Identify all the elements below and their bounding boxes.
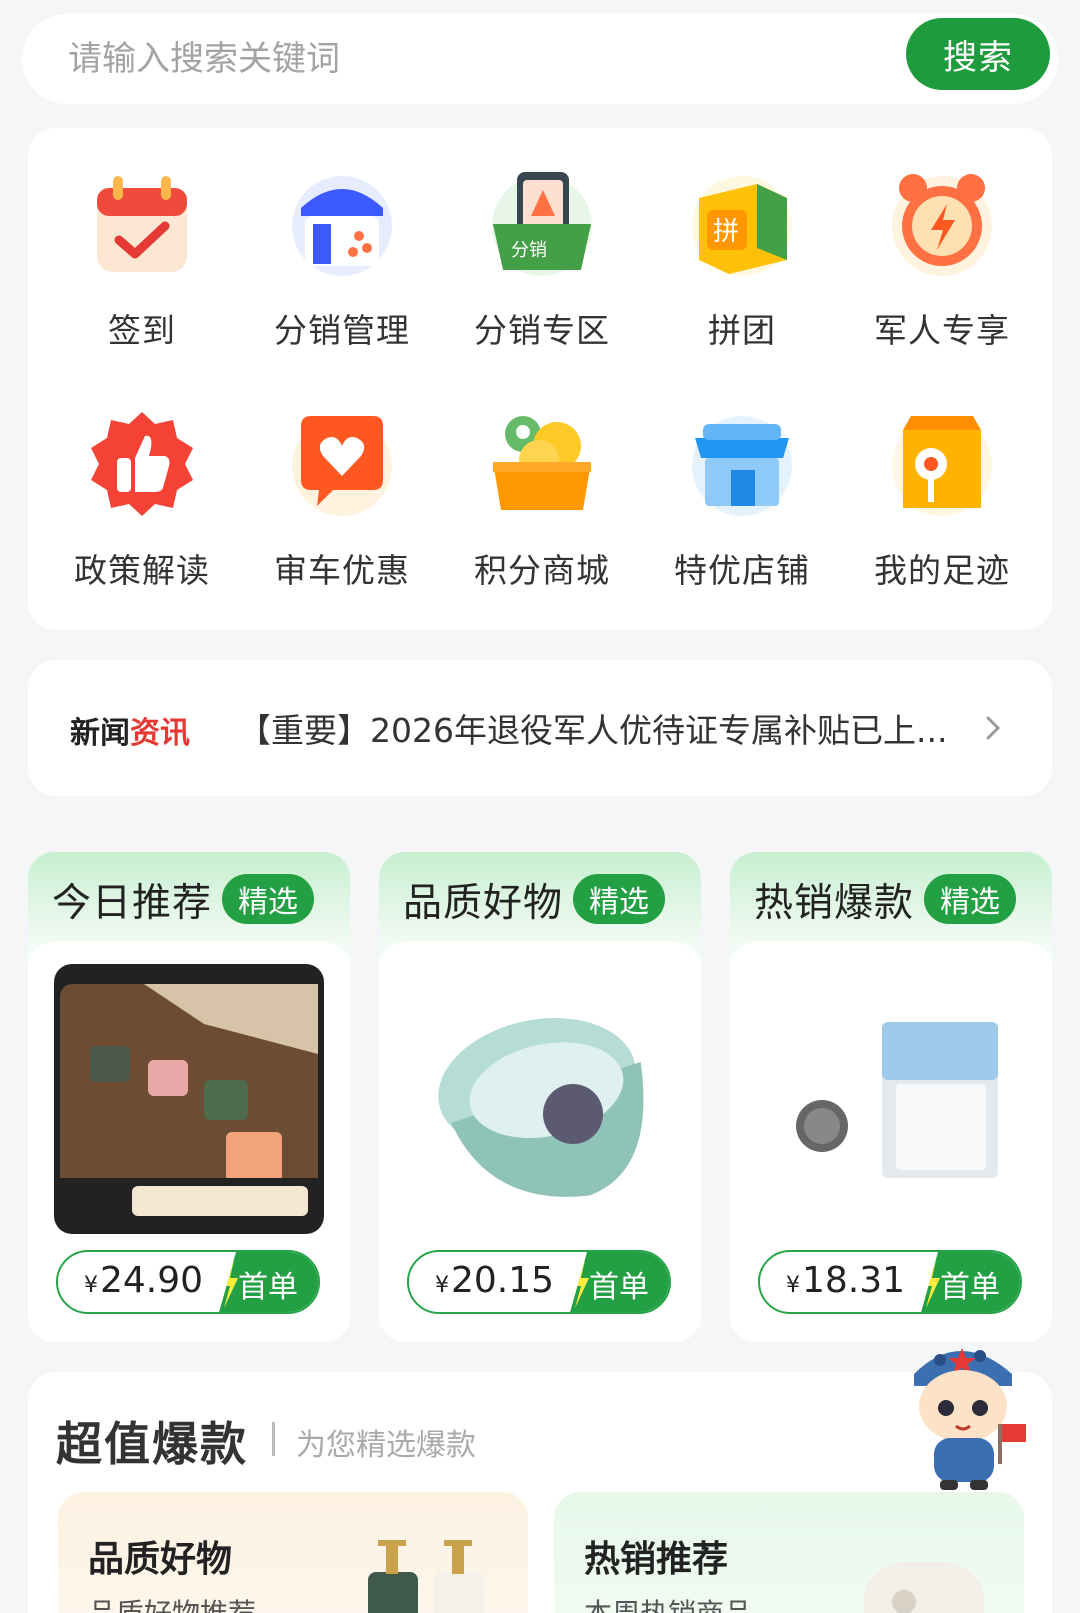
- menu-card: 签到 分销管理 分销 分销专区 拼 拼团 军人专享 政策解读 审车优惠 积分商城…: [28, 128, 1052, 630]
- news-tag-part1: 新闻: [70, 716, 130, 751]
- points-coins-icon: [493, 416, 591, 510]
- sub-card-quality[interactable]: 品质好物 品质好物推荐: [58, 1492, 528, 1613]
- menu-label: 审车优惠: [274, 551, 410, 590]
- menu-item-premium-stores[interactable]: 特优店铺: [642, 398, 842, 608]
- sub-card-title: 热销推荐: [584, 1539, 729, 1580]
- soldier-mascot-icon[interactable]: [900, 1334, 1030, 1494]
- first-order-tag: 首单: [218, 1252, 318, 1312]
- product-image-steel-wool[interactable]: [756, 964, 1026, 1234]
- menu-grid: 签到 分销管理 分销 分销专区 拼 拼团 军人专享 政策解读 审车优惠 积分商城…: [42, 158, 1042, 608]
- news-ticker[interactable]: 新闻资讯 【重要】2026年退役军人优待证专属补贴已上...: [28, 660, 1052, 796]
- menu-label: 军人专享: [874, 311, 1010, 350]
- title-divider: [272, 1422, 275, 1456]
- shop-share-icon: [292, 176, 392, 276]
- menu-item-car-inspection[interactable]: 审车优惠: [242, 398, 442, 608]
- currency-symbol: ¥: [435, 1273, 449, 1298]
- price-value: ¥18.31: [786, 1260, 905, 1301]
- menu-label: 分销专区: [474, 311, 610, 350]
- selected-badge: 精选: [573, 874, 665, 924]
- sub-card-title: 品质好物: [88, 1539, 233, 1580]
- price-value: ¥24.90: [84, 1260, 203, 1301]
- lightning-icon: [573, 1260, 589, 1308]
- sub-card-desc: 本周热销商品: [584, 1592, 752, 1613]
- currency-symbol: ¥: [84, 1273, 98, 1298]
- recommend-card-hot[interactable]: 热销爆款 精选 ¥18.31 首单: [730, 852, 1052, 1342]
- footprint-location-icon: [892, 416, 992, 516]
- super-value-section: 超值爆款 为您精选爆款 品质好物 品质好物推荐 热销推荐 本周热销商品: [28, 1372, 1052, 1613]
- first-order-label: 首单: [238, 1270, 298, 1305]
- alarm-clock-icon: [892, 174, 992, 276]
- menu-label: 政策解读: [74, 551, 210, 590]
- first-order-label: 首单: [589, 1270, 649, 1305]
- product-image-pump-bottles: [368, 1540, 484, 1613]
- group-buy-box-icon: 拼: [692, 176, 792, 276]
- calendar-check-icon: [97, 176, 187, 272]
- menu-item-checkin[interactable]: 签到: [42, 158, 242, 368]
- recommend-card-title: 热销爆款: [754, 881, 915, 926]
- lightning-icon: [222, 1260, 238, 1308]
- menu-item-military-exclusive[interactable]: 军人专享: [842, 158, 1042, 368]
- section-title: 超值爆款: [56, 1417, 248, 1471]
- price-amount: 18.31: [802, 1260, 906, 1301]
- news-tag: 新闻资讯: [70, 708, 190, 752]
- search-input[interactable]: [68, 34, 848, 84]
- search-button[interactable]: 搜索: [906, 18, 1050, 90]
- price-amount: 20.15: [451, 1260, 555, 1301]
- section-subtitle: 为您精选爆款: [296, 1428, 476, 1463]
- menu-item-policy[interactable]: 政策解读: [42, 398, 242, 608]
- recommend-card-today[interactable]: 今日推荐 精选 ¥24.90 首单: [28, 852, 350, 1342]
- chevron-right-icon[interactable]: [978, 708, 1008, 748]
- search-bar: 搜索: [22, 14, 1058, 104]
- first-order-tag: 首单: [569, 1252, 669, 1312]
- first-order-tag: 首单: [920, 1252, 1020, 1312]
- currency-symbol: ¥: [786, 1273, 800, 1298]
- selected-badge: 精选: [924, 874, 1016, 924]
- recommend-card-quality[interactable]: 品质好物 精选 ¥20.15 首单: [379, 852, 701, 1342]
- menu-label: 我的足迹: [874, 551, 1010, 590]
- first-order-label: 首单: [940, 1270, 1000, 1305]
- svg-text:分销: 分销: [511, 240, 547, 261]
- product-image-air-fryer: [864, 1562, 984, 1613]
- selected-badge: 精选: [222, 874, 314, 924]
- lightning-icon: [924, 1260, 940, 1308]
- thumbs-up-icon: [91, 412, 193, 516]
- home-page: 搜索 签到: [0, 0, 1080, 1613]
- menu-item-points-mall[interactable]: 积分商城: [442, 398, 642, 608]
- menu-item-distribution-manage[interactable]: 分销管理: [242, 158, 442, 368]
- sub-card-hot[interactable]: 热销推荐 本周热销商品: [554, 1492, 1024, 1613]
- price-pill[interactable]: ¥18.31 首单: [758, 1250, 1022, 1314]
- distribution-box-icon: 分销: [492, 172, 592, 276]
- recommend-card-title: 今日推荐: [52, 881, 213, 926]
- news-headline[interactable]: 【重要】2026年退役军人优待证专属补贴已上...: [238, 704, 978, 752]
- price-value: ¥20.15: [435, 1260, 554, 1301]
- news-tag-part2: 资讯: [130, 716, 190, 751]
- heart-chat-icon: [292, 416, 392, 516]
- price-amount: 24.90: [100, 1260, 204, 1301]
- menu-label: 特优店铺: [674, 551, 810, 590]
- price-pill[interactable]: ¥20.15 首单: [407, 1250, 671, 1314]
- menu-label: 分销管理: [274, 311, 410, 350]
- menu-label: 积分商城: [474, 551, 610, 590]
- menu-item-footprints[interactable]: 我的足迹: [842, 398, 1042, 608]
- sub-card-desc: 品质好物推荐: [88, 1592, 256, 1613]
- menu-item-group-buy[interactable]: 拼 拼团: [642, 158, 842, 368]
- recommend-card-title: 品质好物: [403, 881, 564, 926]
- menu-item-distribution-zone[interactable]: 分销 分销专区: [442, 158, 642, 368]
- product-image-bowl[interactable]: [405, 964, 675, 1234]
- svg-text:拼: 拼: [713, 217, 739, 247]
- price-pill[interactable]: ¥24.90 首单: [56, 1250, 320, 1314]
- product-image-soap-molds[interactable]: [54, 964, 324, 1234]
- menu-label: 签到: [108, 311, 176, 350]
- store-icon: [692, 416, 792, 516]
- menu-label: 拼团: [708, 311, 776, 350]
